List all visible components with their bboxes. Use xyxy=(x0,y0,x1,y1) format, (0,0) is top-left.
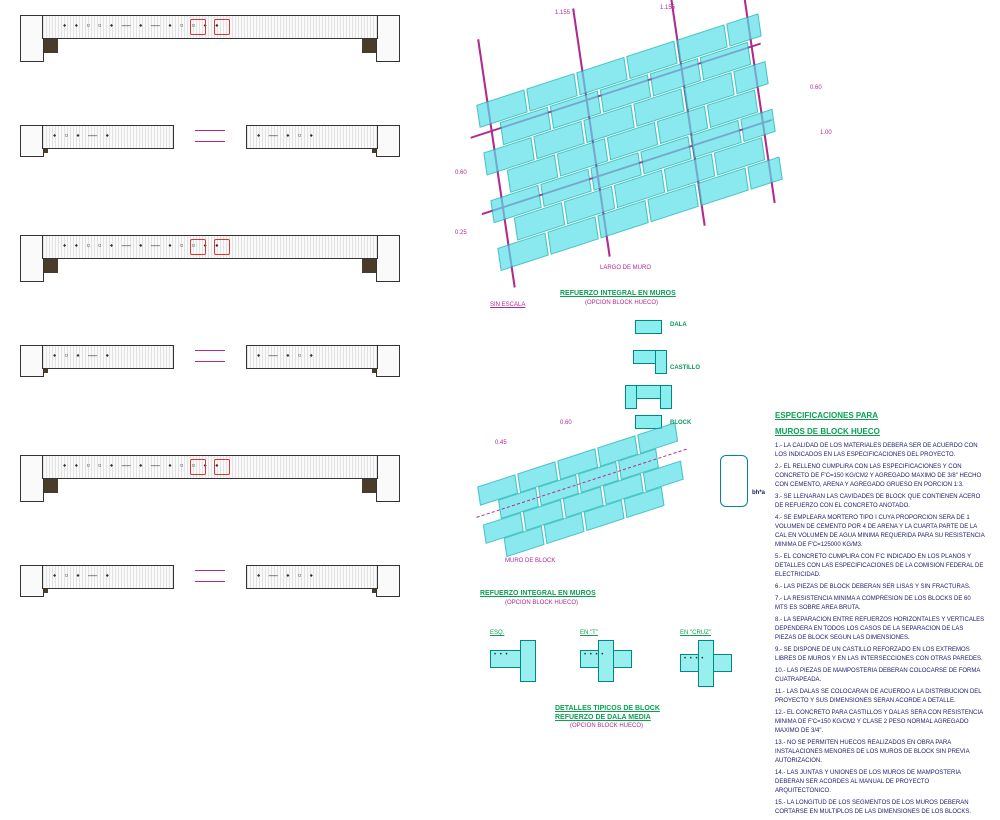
m-label: CASTILLO xyxy=(670,365,700,371)
opcion-3: (OPCION BLOCK HUECO) xyxy=(570,723,643,729)
block-label: bh*a xyxy=(752,490,765,496)
section-row-3: ⬩ ⬩ ▫ ▫ ⬩ — ⬩ — ⬩ ▫ ▫ ⬩ ⬩ xyxy=(20,235,400,345)
brick-rows xyxy=(442,0,782,86)
beam xyxy=(376,125,400,157)
beam xyxy=(376,455,400,502)
note-sm: MURO DE BLOCK xyxy=(505,558,555,564)
beam xyxy=(20,455,44,502)
beam-seg: ⬩ ▫ ⬩ — ⬩ xyxy=(42,125,174,149)
beam xyxy=(376,565,400,597)
dim: 1.155 xyxy=(555,10,570,16)
dim: 0.60 xyxy=(810,85,822,91)
beam xyxy=(376,235,400,282)
dim: 1.155 xyxy=(660,5,675,11)
brick-rows-sm xyxy=(464,396,694,471)
refuerzo-sub-2: (OPCION BLOCK HUECO) xyxy=(505,600,578,606)
dim: LARGO DE MURO xyxy=(600,265,651,271)
spec-block: ESPECIFICACIONES PARA MUROS DE BLOCK HUE… xyxy=(775,410,985,820)
spec-subtitle: MUROS DE BLOCK HUECO xyxy=(775,426,985,438)
conn-esq: • • • ESQ. xyxy=(490,640,550,685)
beam xyxy=(20,235,44,282)
beam-seg: ⬩ ▫ ⬩ — ⬩ xyxy=(42,345,174,369)
refuerzo-title-1: REFUERZO INTEGRAL EN MUROS xyxy=(560,290,676,297)
refuerzo-sub-1: (OPCION BLOCK HUECO) xyxy=(585,300,658,306)
block-outline xyxy=(720,455,748,507)
section-row-2: ⬩ ▫ ⬩ — ⬩ ⬩ — ⬩ ▫ ⬩ xyxy=(20,125,400,235)
beam-right xyxy=(376,15,400,62)
spec-title: ESPECIFICACIONES PARA xyxy=(775,410,985,422)
spec-item: 1.- LA CALIDAD DE LOS MATERIALES DEBERA … xyxy=(775,442,985,460)
section-row-5: ⬩ ⬩ ▫ ▫ ⬩ — ⬩ — ⬩ ▫ ▫ ⬩ ⬩ xyxy=(20,455,400,565)
iso-wall-large xyxy=(442,0,818,329)
beam-seg: ⬩ — ⬩ ▫ ⬩ xyxy=(246,125,378,149)
beam-top: ⬩ ⬩ ▫ ▫ ⬩ — ⬩ — ⬩ ▫ ▫ ⬩ ⬩ xyxy=(42,15,378,39)
spec-item: 9.- SE DISPONE DE UN CASTILLO REFORZADO … xyxy=(775,646,985,664)
spec-item: 3.- SE LLENARAN LAS CAVIDADES DE BLOCK Q… xyxy=(775,493,985,511)
gap-joint xyxy=(195,350,225,362)
spec-item: 15.- LA LONGITUD DE LOS SEGMENTOS DE LOS… xyxy=(775,799,985,817)
beam-left xyxy=(20,15,44,62)
left-sections-column: ⬩ ⬩ ▫ ▫ ⬩ — ⬩ — ⬩ ▫ ▫ ⬩ ⬩ ⬩ ▫ ⬩ — ⬩ ⬩ — … xyxy=(20,15,400,675)
refuerzo-title-2: REFUERZO INTEGRAL EN MUROS xyxy=(480,590,596,597)
beam-seg: ⬩ — ⬩ ▫ ⬩ xyxy=(246,565,378,589)
dim: 0.25 xyxy=(455,230,467,236)
dim: 1.00 xyxy=(820,130,832,136)
beam-seg: ⬩ — ⬩ ▫ ⬩ xyxy=(246,345,378,369)
spec-item: 6.- LAS PIEZAS DE BLOCK DEBERAN SER LISA… xyxy=(775,583,985,592)
section-row-1: ⬩ ⬩ ▫ ▫ ⬩ — ⬩ — ⬩ ▫ ▫ ⬩ ⬩ xyxy=(20,15,400,125)
scale-1: SIN ESCALA xyxy=(490,302,525,308)
spec-item: 11.- LAS DALAS SE COLOCARAN DE ACUERDO A… xyxy=(775,688,985,706)
iso-wall-small xyxy=(464,396,715,614)
conn-t: • • • • EN "T" xyxy=(580,640,640,685)
spec-items: 1.- LA CALIDAD DE LOS MATERIALES DEBERA … xyxy=(775,442,985,817)
detalles-sub: REFUERZO DE DALA MEDIA xyxy=(555,714,651,721)
gap-joint xyxy=(195,130,225,142)
section-row-4: ⬩ ▫ ⬩ — ⬩ ⬩ — ⬩ ▫ ⬩ xyxy=(20,345,400,455)
spec-item: 7.- LA RESISTENCIA MINIMA A COMPRESION D… xyxy=(775,595,985,613)
dim: 0.45 xyxy=(495,440,507,446)
beam: ⬩ ⬩ ▫ ▫ ⬩ — ⬩ — ⬩ ▫ ▫ ⬩ ⬩ xyxy=(42,455,378,479)
spec-item: 5.- EL CONCRETO CUMPLIRA CON F'C INDICAD… xyxy=(775,553,985,580)
spec-item: 14.- LAS JUNTAS Y UNIONES DE LOS MUROS D… xyxy=(775,769,985,796)
beam xyxy=(20,125,44,157)
spec-item: 12.- EL CONCRETO PARA CASTILLOS Y DALAS … xyxy=(775,709,985,736)
spec-item: 2.- EL RELLENO CUMPLIRA CON LAS ESPECIFI… xyxy=(775,463,985,490)
spec-item: 10.- LAS PIEZAS DE MAMPOSTERIA DEBERAN C… xyxy=(775,667,985,685)
beam xyxy=(376,345,400,377)
cl: ESQ. xyxy=(490,630,504,636)
spec-item: 4.- SE EMPLEARA MORTERO TIPO I CUYA PROP… xyxy=(775,514,985,550)
dim: 0.60 xyxy=(560,420,572,426)
spec-item: 8.- LA SEPARACION ENTRE REFUERZOS HORIZO… xyxy=(775,616,985,643)
dim: 0.60 xyxy=(455,170,467,176)
beam xyxy=(20,345,44,377)
beam xyxy=(20,565,44,597)
m-label: DALA xyxy=(670,322,687,328)
beam-seg: ⬩ ▫ ⬩ — ⬩ xyxy=(42,565,174,589)
section-row-6: ⬩ ▫ ⬩ — ⬩ ⬩ — ⬩ ▫ ⬩ xyxy=(20,565,400,675)
conn-cruz: • • • • EN "CRUZ" xyxy=(680,640,740,685)
cl: EN "T" xyxy=(580,630,598,636)
cl: EN "CRUZ" xyxy=(680,630,711,636)
gap-joint xyxy=(195,570,225,582)
detalles-title: DETALLES TIPICOS DE BLOCK xyxy=(555,705,660,712)
spec-item: 13.- NO SE PERMITEN HUECOS REALIZADOS EN… xyxy=(775,739,985,766)
beam: ⬩ ⬩ ▫ ▫ ⬩ — ⬩ — ⬩ ▫ ▫ ⬩ ⬩ xyxy=(42,235,378,259)
